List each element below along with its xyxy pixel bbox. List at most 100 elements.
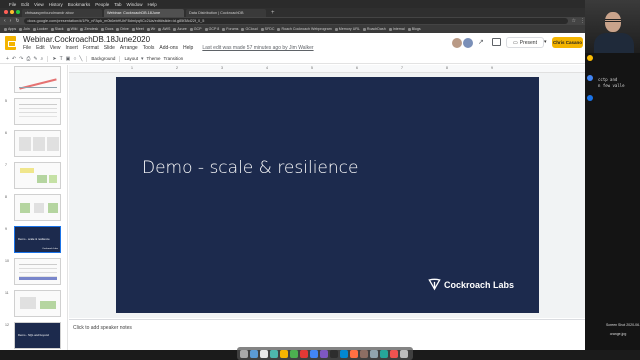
bookmark-item[interactable]: Internal <box>388 27 405 31</box>
slide-thumbnail[interactable] <box>14 130 61 157</box>
last-edit-link[interactable]: Last edit was made 57 minutes ago by Jim… <box>202 45 313 51</box>
bookmark-item[interactable]: Apps <box>4 27 16 31</box>
menu-edit[interactable]: Edit <box>36 45 45 51</box>
close-window-icon[interactable] <box>4 10 8 14</box>
launchpad-icon[interactable] <box>250 349 258 358</box>
theme-button[interactable]: Theme <box>146 56 160 61</box>
slack-icon[interactable] <box>320 349 328 358</box>
menu-addons[interactable]: Add-ons <box>159 45 178 51</box>
filmstrip-item[interactable] <box>0 66 67 96</box>
menubar-item[interactable]: View <box>34 2 44 7</box>
calendar-icon[interactable] <box>587 75 593 81</box>
menu-view[interactable]: View <box>50 45 61 51</box>
text-box-icon[interactable]: T <box>60 56 63 62</box>
browser-tab[interactable]: cfntsaasymfoundmandr abov <box>22 9 102 17</box>
menu-tools[interactable]: Tools <box>143 45 155 51</box>
undo-icon[interactable]: ↶ <box>12 56 16 62</box>
star-icon[interactable]: ☆ <box>98 35 103 42</box>
filmstrip-item[interactable]: 5 <box>0 98 67 128</box>
menu-format[interactable]: Format <box>83 45 99 51</box>
notes-icon[interactable] <box>280 349 288 358</box>
print-icon[interactable]: ⎙ <box>26 56 30 62</box>
filmstrip-item[interactable]: 6 <box>0 130 67 160</box>
bookmark-item[interactable]: GCloud <box>241 27 258 31</box>
filmstrip-item[interactable]: 12 Demo - SQL and beyond <box>0 322 67 350</box>
shape-icon[interactable]: ○ <box>73 56 76 62</box>
speaker-notes[interactable]: Click to add speaker notes <box>69 319 585 350</box>
bookmark-item[interactable]: Docs <box>101 27 113 31</box>
browser-tab[interactable]: Data Distribution | CockroachDB <box>186 9 266 17</box>
keep-icon[interactable] <box>587 55 593 61</box>
back-icon[interactable]: ‹ <box>4 18 6 24</box>
new-tab-icon[interactable]: + <box>268 9 278 17</box>
filmstrip-item[interactable]: 7 <box>0 162 67 192</box>
desktop-file[interactable]: orange.jpg <box>606 332 630 336</box>
bookmark-item[interactable]: Blogs <box>407 27 421 31</box>
reload-icon[interactable]: ↻ <box>15 18 19 24</box>
browser-tab-active[interactable]: Webinar: CockroachDB.18June <box>104 9 184 17</box>
maximize-window-icon[interactable] <box>16 10 20 14</box>
menubar-item[interactable]: People <box>95 2 109 7</box>
slide-canvas[interactable]: Demo - scale & resilience Cockroach Labs <box>69 73 585 318</box>
messages-icon[interactable] <box>270 349 278 358</box>
bookmark-item[interactable]: Wiki <box>66 27 77 31</box>
zoom-icon[interactable] <box>340 349 348 358</box>
line-icon[interactable]: ╲ <box>79 56 82 62</box>
menu-insert[interactable]: Insert <box>65 45 78 51</box>
bookmark-item[interactable]: Meet <box>131 27 144 31</box>
slide-thumbnail[interactable]: Demo - SQL and beyond <box>14 322 61 349</box>
chevron-down-icon[interactable]: ▾ <box>141 56 144 62</box>
paint-format-icon[interactable]: ✎ <box>33 56 37 62</box>
comment-icon[interactable] <box>492 38 501 46</box>
menubar-item[interactable]: Edit <box>21 2 29 7</box>
menubar-item[interactable]: Window <box>127 2 143 7</box>
slide-title[interactable]: Demo - scale & resilience <box>142 158 358 178</box>
app-icon[interactable] <box>390 349 398 358</box>
slide-thumbnail-selected[interactable]: Demo - scale & resilience Cockroach Labs <box>14 226 61 253</box>
slides-logo-icon[interactable] <box>5 36 16 50</box>
bookmark-item[interactable]: GCP <box>189 27 202 31</box>
menu-file[interactable]: File <box>23 45 31 51</box>
app-icon[interactable] <box>360 349 368 358</box>
app-icon[interactable] <box>370 349 378 358</box>
menu-slide[interactable]: Slide <box>104 45 115 51</box>
app-icon[interactable] <box>380 349 388 358</box>
finder-icon[interactable] <box>240 349 248 358</box>
menubar-item[interactable]: Help <box>148 2 157 7</box>
new-slide-icon[interactable]: + <box>6 56 9 62</box>
present-button[interactable]: ▭ Present <box>506 37 544 48</box>
bookmark-item[interactable]: SFDC <box>260 27 274 31</box>
redo-icon[interactable]: ↷ <box>19 56 23 62</box>
terminal-icon[interactable] <box>330 349 338 358</box>
present-dropdown-icon[interactable]: ▾ <box>544 37 547 48</box>
menu-help[interactable]: Help <box>183 45 193 51</box>
bookmark-star-icon[interactable]: ☆ <box>572 18 576 24</box>
bookmark-item[interactable]: Looker <box>32 27 48 31</box>
menubar-item[interactable]: File <box>9 2 16 7</box>
bookmark-item[interactable]: Join <box>19 27 30 31</box>
bookmark-item[interactable]: Zendesk <box>80 27 98 31</box>
background-button[interactable]: Background <box>91 56 115 61</box>
filmstrip-item[interactable]: 11 <box>0 290 67 320</box>
collaborator-avatar[interactable] <box>463 38 473 48</box>
calendar-dock-icon[interactable] <box>300 349 308 358</box>
tasks-icon[interactable] <box>587 95 593 101</box>
bookmark-item[interactable]: AWS <box>158 27 170 31</box>
filmstrip-item[interactable]: 8 <box>0 194 67 224</box>
image-icon[interactable]: ▣ <box>66 56 71 62</box>
zoom-icon[interactable]: ⌕ <box>41 56 44 62</box>
collaborator-avatar[interactable] <box>452 38 462 48</box>
bookmark-item[interactable]: RoachDash <box>362 27 386 31</box>
slide-thumbnail[interactable] <box>14 66 61 93</box>
share-button[interactable]: Chris Casano <box>552 37 583 48</box>
bookmark-item[interactable]: Memory URL <box>334 27 360 31</box>
menubar-item[interactable]: History <box>49 2 63 7</box>
filmstrip-item[interactable]: 10 <box>0 258 67 288</box>
forward-icon[interactable]: › <box>10 18 12 24</box>
bookmark-item[interactable]: Forums <box>222 27 238 31</box>
facetime-icon[interactable] <box>290 349 298 358</box>
slide-thumbnail[interactable] <box>14 258 61 285</box>
layout-button[interactable]: Layout <box>124 56 138 61</box>
current-slide[interactable]: Demo - scale & resilience Cockroach Labs <box>116 77 539 313</box>
app-icon[interactable] <box>350 349 358 358</box>
